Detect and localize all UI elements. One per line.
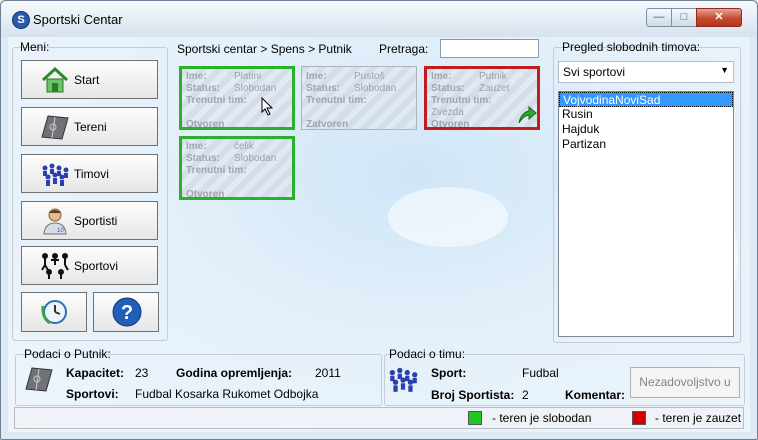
teams-list[interactable]: VojvodinaNoviSad Rusin Hajduk Partizan: [558, 91, 734, 337]
minimize-button[interactable]: —: [646, 8, 672, 27]
court-name-label: Ime:: [306, 71, 327, 82]
court-name-label: Ime:: [186, 141, 207, 152]
court-icon: [41, 115, 69, 140]
search-label: Pretraga:: [379, 42, 429, 56]
home-icon: [41, 66, 69, 93]
legend-bar: - teren je slobodan - teren je zauzet: [14, 407, 744, 429]
court-name: Platini: [234, 71, 262, 82]
busy-legend-label: - teren je zauzet: [655, 411, 742, 425]
year-label: Godina opremljenja:: [176, 366, 293, 380]
team-info-label: Podaci o timu:: [389, 347, 466, 361]
court-team: Zvezda: [431, 107, 464, 118]
free-color-swatch: [468, 411, 482, 425]
sportovi-button[interactable]: Sportovi: [21, 246, 158, 285]
court-name-label: Ime:: [431, 71, 452, 82]
court-state: Zatvoren: [306, 119, 349, 130]
court-team-label: Trenutni tim:: [306, 95, 367, 106]
court-status-label: Status:: [186, 83, 220, 94]
cursor-icon: [261, 97, 274, 116]
timovi-button[interactable]: Timovi: [21, 154, 158, 193]
court-state: Otvoren: [186, 189, 225, 200]
sport-filter-select[interactable]: Svi sportovi ▼: [558, 61, 734, 83]
court-card[interactable]: Ime: Putnik Status: Zauzet Trenutni tim: Z…: [424, 66, 540, 130]
tereni-button[interactable]: Tereni: [21, 107, 158, 146]
clock-refresh-icon: [41, 300, 67, 325]
background-shape: [388, 187, 508, 247]
timovi-label: Timovi: [74, 167, 109, 181]
athlete-count-label: Broj Sportista:: [431, 388, 515, 402]
court-status-label: Status:: [306, 83, 340, 94]
sport-filter-value: Svi sportovi: [563, 65, 626, 79]
court-status: Slobodan: [234, 153, 277, 164]
court-state: Otvoren: [431, 119, 470, 130]
sportisti-label: Sportisti: [74, 214, 118, 228]
team-icon: [42, 163, 69, 186]
breadcrumb: Sportski centar > Spens > Putnik: [177, 42, 352, 56]
help-icon: ?: [112, 297, 142, 327]
court-state: Otvoren: [186, 119, 225, 130]
start-button[interactable]: Start: [21, 60, 158, 99]
clock-button[interactable]: [21, 292, 87, 332]
team-icon: [389, 367, 418, 392]
svg-text:?: ?: [121, 302, 133, 324]
chevron-down-icon: ▼: [720, 65, 729, 75]
maximize-button[interactable]: □: [671, 8, 697, 27]
court-status-label: Status:: [186, 153, 220, 164]
court-card[interactable]: Ime: čelik Status: Slobodan Trenutni tim: …: [179, 136, 295, 200]
comment-label: Komentar:: [565, 388, 626, 402]
court-card[interactable]: Ime: Pustoš Status: Slobodan Trenutni tim:…: [301, 66, 417, 130]
search-input[interactable]: [440, 39, 539, 58]
court-status: Zauzet: [479, 83, 510, 94]
athlete-icon: 10: [43, 208, 67, 235]
sports-label: Sportovi:: [66, 387, 119, 401]
menu-label: Meni:: [20, 40, 50, 54]
court-status: Slobodan: [234, 83, 277, 94]
court-name: Pustoš: [354, 71, 385, 82]
court-status-label: Status:: [431, 83, 465, 94]
sportovi-label: Sportovi: [74, 259, 119, 273]
close-button[interactable]: ✕: [696, 8, 742, 27]
app-icon: S: [12, 11, 30, 29]
sport-value: Fudbal: [522, 366, 559, 380]
window-title: Sportski Centar: [33, 12, 123, 27]
tereni-label: Tereni: [74, 120, 107, 134]
list-item[interactable]: VojvodinaNoviSad: [559, 92, 733, 107]
sport-label: Sport:: [431, 366, 467, 380]
capacity-value: 23: [135, 366, 149, 380]
court-name-label: Ime:: [186, 71, 207, 82]
list-item[interactable]: Hajduk: [559, 122, 733, 137]
free-legend-label: - teren je slobodan: [492, 411, 592, 425]
complaint-button[interactable]: Nezadovoljstvo u: [630, 367, 740, 398]
year-value: 2011: [315, 366, 341, 380]
court-status: Slobodan: [354, 83, 397, 94]
court-info-label: Podaci o Putnik:: [24, 347, 111, 361]
athlete-count-value: 2: [522, 388, 529, 402]
court-card[interactable]: Ime: Platini Status: Slobodan Trenutni tim…: [179, 66, 295, 130]
court-team-label: Trenutni tim:: [431, 95, 492, 106]
svg-text:10: 10: [57, 228, 64, 234]
title-bar[interactable]: S Sportski Centar — □ ✕: [1, 1, 757, 37]
list-item[interactable]: Partizan: [559, 137, 733, 152]
list-item[interactable]: Rusin: [559, 107, 733, 122]
court-team-label: Trenutni tim:: [186, 95, 247, 106]
start-label: Start: [74, 73, 100, 87]
sports-value: Fudbal Kosarka Rukomet Odbojka: [135, 387, 319, 401]
busy-color-swatch: [632, 411, 646, 425]
main-window: S Sportski Centar — □ ✕ Meni: Start Tere…: [0, 0, 758, 440]
help-button[interactable]: ?: [93, 292, 159, 332]
court-team-label: Trenutni tim:: [186, 165, 247, 176]
client-area: Meni: Start Tereni Timovi 10 Sportisti S…: [8, 37, 750, 432]
court-name: čelik: [234, 141, 255, 152]
arrow-icon: [518, 105, 537, 124]
teams-label: Pregled slobodnih timova:: [562, 40, 701, 54]
court-name: Putnik: [479, 71, 507, 82]
sportisti-button[interactable]: 10 Sportisti: [21, 201, 158, 240]
sports-icon: [41, 253, 69, 279]
court-icon: [25, 367, 53, 392]
capacity-label: Kapacitet:: [66, 366, 125, 380]
